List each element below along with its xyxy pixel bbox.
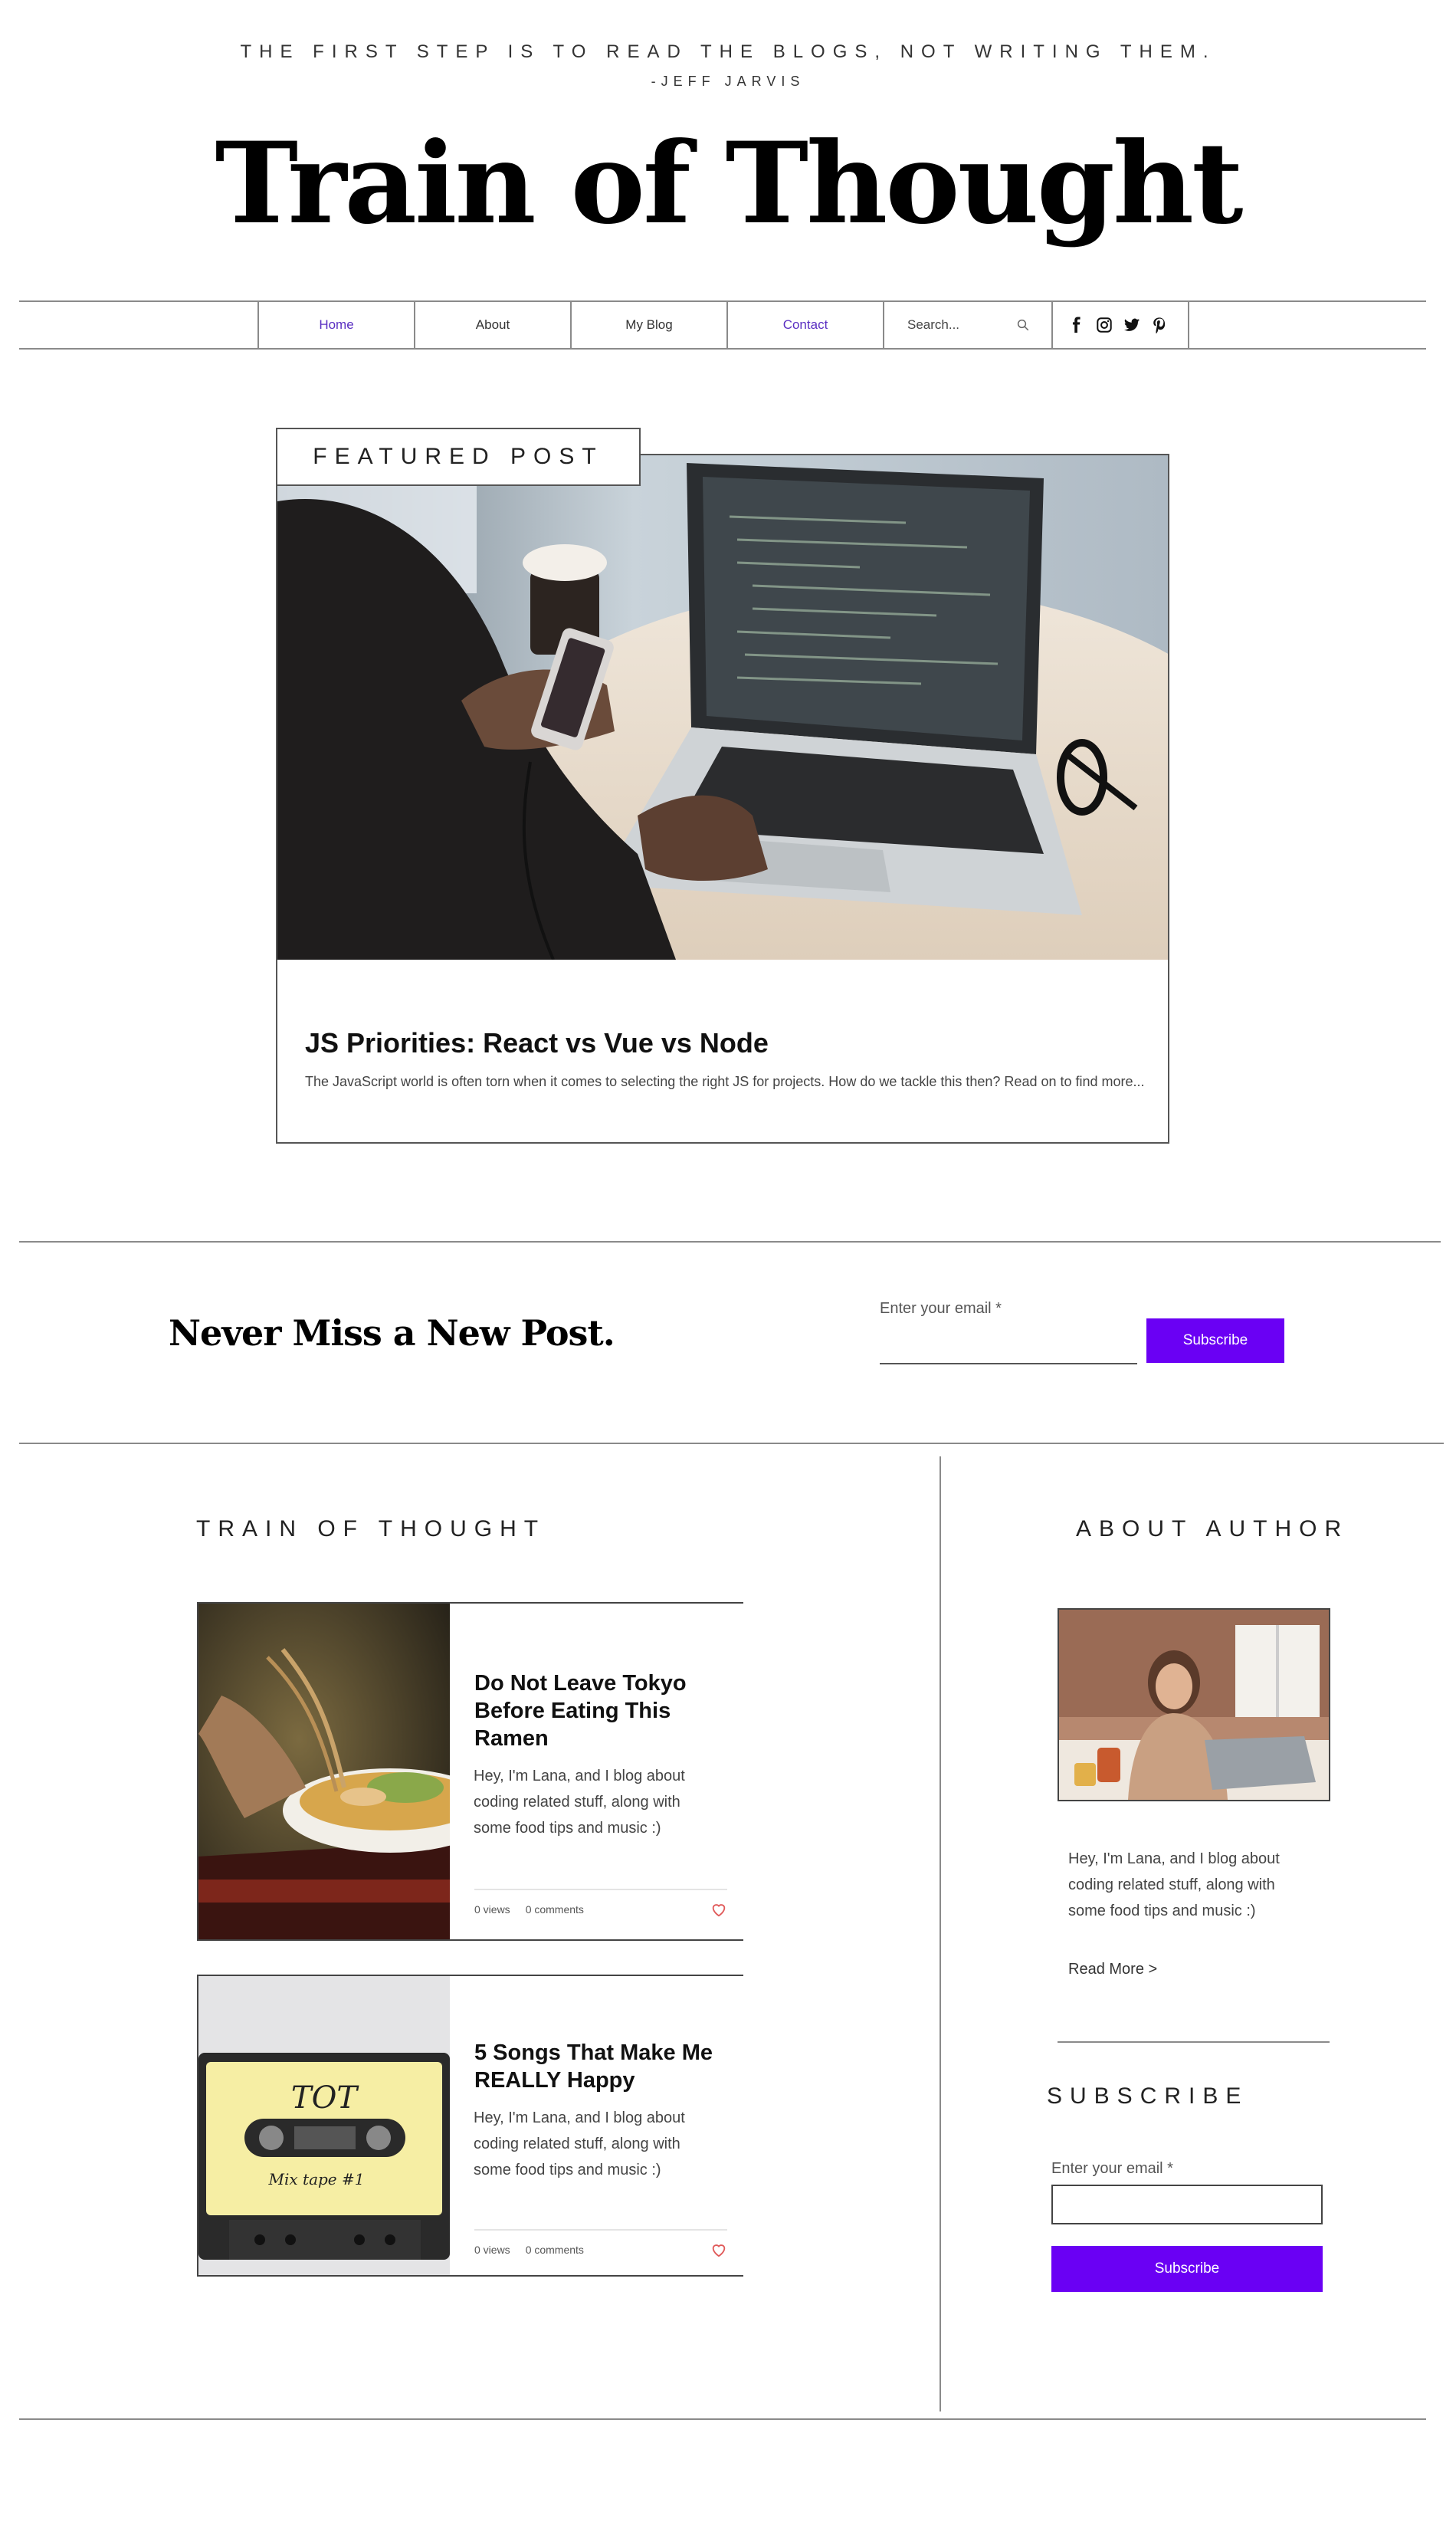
pinterest-icon[interactable] (1151, 317, 1168, 333)
author-image (1059, 1610, 1329, 1800)
newsletter-email-input[interactable] (880, 1328, 1137, 1364)
post-image-cassette[interactable]: TOT Mix tape #1 (197, 1976, 450, 2275)
sidebar-subscribe-button[interactable]: Subscribe (1051, 2246, 1323, 2292)
post-image-ramen[interactable] (197, 1604, 450, 1939)
nav-my-blog[interactable]: My Blog (572, 301, 728, 349)
post-card-ramen[interactable]: Do Not Leave Tokyo Before Eating This Ra… (197, 1602, 743, 1941)
social-bar (1053, 301, 1189, 349)
post-views: 0 views (474, 1903, 510, 1916)
sidebar-email-label: Enter your email * (1051, 2160, 1173, 2177)
twitter-icon[interactable] (1123, 317, 1140, 333)
cassette-sublabel: Mix tape #1 (268, 2170, 365, 2188)
about-author-heading: ABOUT AUTHOR (1076, 1516, 1349, 1541)
post-card-songs[interactable]: TOT Mix tape #1 5 Songs That Make Me REA… (197, 1975, 743, 2277)
column-divider (940, 1456, 941, 2411)
heart-icon[interactable] (710, 1901, 727, 1918)
newsletter-subscribe-button[interactable]: Subscribe (1146, 1318, 1284, 1363)
ramen-photo (198, 1604, 450, 1939)
newsletter-heading: Never Miss a New Post. (169, 1312, 615, 1354)
featured-post-excerpt: The JavaScript world is often torn when … (305, 1074, 1145, 1089)
sidebar-rule (1058, 2041, 1330, 2043)
post-stats: 0 views 0 comments (474, 2229, 727, 2269)
sidebar-email-input[interactable] (1051, 2185, 1323, 2224)
search-input[interactable] (906, 317, 1008, 333)
post-comments[interactable]: 0 comments (526, 1903, 584, 1916)
cassette-label: TOT (291, 2080, 359, 2116)
newsletter-email-label: Enter your email * (880, 1300, 1002, 1317)
nav-home[interactable]: Home (259, 301, 415, 349)
author-photo (1058, 1608, 1330, 1801)
header-quote: THE FIRST STEP IS TO READ THE BLOGS, NOT… (240, 41, 1216, 62)
laptop-photo (277, 455, 1168, 960)
newsletter-bottom-rule (19, 1443, 1444, 1444)
post-excerpt: Hey, I'm Lana, and I blog about coding r… (474, 2109, 685, 2178)
heart-icon[interactable] (710, 2241, 727, 2258)
main-nav: Home About My Blog Contact (257, 301, 1189, 349)
newsletter-top-rule (19, 1241, 1441, 1243)
post-title[interactable]: 5 Songs That Make Me REALLY Happy (474, 2039, 727, 2094)
featured-post-tab: FEATURED POST (276, 428, 641, 486)
nav-contact[interactable]: Contact (728, 301, 884, 349)
post-stats: 0 views 0 comments (474, 1889, 727, 1929)
post-excerpt: Hey, I'm Lana, and I blog about coding r… (474, 1768, 685, 1837)
instagram-icon[interactable] (1096, 317, 1113, 333)
subscribe-heading: SUBSCRIBE (1047, 2083, 1249, 2109)
cassette-photo: TOT Mix tape #1 (198, 1976, 450, 2275)
featured-post-title[interactable]: JS Priorities: React vs Vue vs Node (305, 1027, 769, 1059)
nav-about[interactable]: About (415, 301, 572, 349)
read-more-link[interactable]: Read More > (1068, 1961, 1157, 1978)
featured-image[interactable] (277, 455, 1168, 960)
post-views: 0 views (474, 2244, 510, 2256)
nav-search (884, 301, 1053, 349)
facebook-icon[interactable] (1068, 317, 1085, 333)
post-title[interactable]: Do Not Leave Tokyo Before Eating This Ra… (474, 1669, 727, 1752)
blog-section-heading: TRAIN OF THOUGHT (196, 1516, 546, 1541)
footer-rule (19, 2418, 1426, 2420)
site-title[interactable]: Train of Thought (0, 115, 1456, 253)
search-icon[interactable] (1016, 318, 1030, 332)
post-comments[interactable]: 0 comments (526, 2244, 584, 2256)
author-bio: Hey, I'm Lana, and I blog about coding r… (1068, 1850, 1280, 1919)
quote-author: -JEFF JARVIS (651, 74, 805, 89)
